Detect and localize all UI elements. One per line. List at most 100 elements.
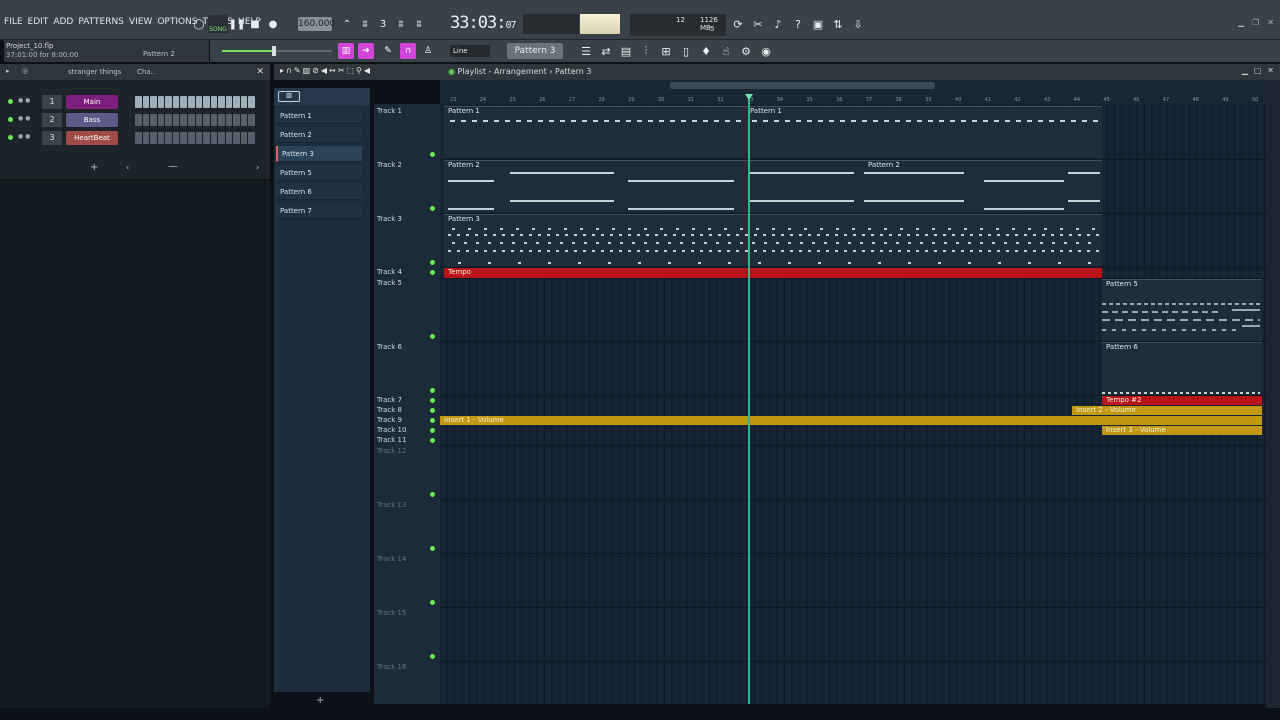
pattern-clip[interactable]: Pattern 2 — [864, 160, 1102, 212]
menu-file[interactable]: FILE — [4, 17, 23, 27]
picker-item[interactable]: Pattern 5 — [276, 165, 362, 181]
pattern-clip[interactable]: Pattern 3 — [444, 214, 1102, 266]
restore-icon[interactable]: ❐ — [1252, 18, 1259, 27]
maximize-playlist-icon[interactable]: ▢ — [1254, 66, 1262, 75]
picker-item[interactable]: Pattern 7 — [276, 203, 362, 219]
track-header[interactable]: Track 9 — [374, 416, 440, 424]
rack-menu-icon[interactable]: ▸ — [6, 67, 10, 75]
channel-name-button[interactable]: Bass — [66, 113, 118, 127]
microphone-icon[interactable]: ♪ — [770, 15, 786, 33]
volume-automation-clip[interactable]: Insert 3 - Volume — [1102, 426, 1262, 435]
automation-clip[interactable]: Tempo #2 — [1102, 396, 1262, 405]
piano-icon[interactable]: ▥ — [278, 91, 300, 102]
volume-automation-clip[interactable]: Insert 2 - Volume — [1072, 406, 1262, 415]
track-header[interactable]: Track 15 — [374, 609, 440, 659]
add-pattern-icon[interactable]: + — [316, 695, 324, 706]
channel-number[interactable]: 1 — [42, 95, 62, 109]
track-header[interactable]: Track 4 — [374, 268, 440, 276]
step-sequencer[interactable] — [135, 132, 255, 144]
metronome-icon[interactable]: ⌃ — [338, 15, 356, 33]
rack-scroll-handle[interactable]: — — [168, 161, 178, 172]
browser-icon[interactable]: ⊞ — [658, 42, 674, 60]
plugin-picker-icon[interactable]: ▯ — [678, 42, 694, 60]
menu-add[interactable]: ADD — [53, 17, 73, 27]
channel-filter[interactable]: stranger things — [68, 68, 122, 76]
playlist-menu-icon[interactable]: ▸ — [280, 66, 284, 75]
wait-input-icon[interactable]: ʬ — [356, 15, 374, 33]
track-header[interactable]: Track 3 — [374, 215, 440, 265]
cut-icon[interactable]: ✂ — [750, 15, 766, 33]
record-icon[interactable]: ● — [264, 15, 282, 33]
track-header[interactable]: Track 11 — [374, 436, 440, 444]
render-icon[interactable]: ⇅ — [830, 15, 846, 33]
track-header[interactable]: Track 12 — [374, 447, 440, 497]
project-picker-icon[interactable]: ◉ — [758, 42, 774, 60]
track-header[interactable]: Track 8 — [374, 406, 440, 414]
track-header[interactable]: Track 5 — [374, 279, 440, 339]
track-header[interactable]: Track 7 — [374, 396, 440, 404]
step-sequencer[interactable] — [135, 96, 255, 108]
delete-tool-icon[interactable]: ⊘ — [312, 66, 319, 75]
channel-name-button[interactable]: Main — [66, 95, 118, 109]
plugin-db-icon[interactable]: ♦ — [698, 42, 714, 60]
channel-name-button[interactable]: HeartBeat — [66, 131, 118, 145]
channel-row[interactable]: ● ● 3 HeartBeat — [0, 130, 270, 146]
magnet-snap-icon[interactable]: ∩ — [286, 66, 292, 75]
pattern-selector[interactable]: Pattern 3 — [507, 43, 563, 59]
pattern-clip[interactable]: Pattern 1 — [444, 106, 746, 158]
pattern-clip[interactable]: Pattern 1 — [746, 106, 1102, 158]
zoom-tool-icon[interactable]: ⚲ — [356, 66, 362, 75]
scroll-right-icon[interactable]: › — [256, 163, 259, 172]
channel-led[interactable] — [8, 99, 13, 104]
song-position-clock[interactable]: 33:03:07 — [450, 13, 516, 33]
mute-tool-icon[interactable]: ◀ — [321, 66, 327, 75]
step-edit-icon[interactable]: ʬ — [392, 15, 410, 33]
pattern-clip[interactable]: Pattern 2 — [444, 160, 864, 212]
track-header[interactable]: Track 1 — [374, 107, 440, 157]
playlist-icon[interactable]: ☰ — [578, 42, 594, 60]
vertical-scrollbar[interactable] — [1266, 80, 1280, 708]
piano-roll-icon[interactable]: ▥ — [338, 43, 354, 59]
tempo-display[interactable]: 160.000 — [298, 17, 335, 31]
pause-icon[interactable]: ❚❚ — [228, 15, 246, 33]
select-tool-icon[interactable]: ⬚ — [346, 66, 354, 75]
pattern-clip[interactable]: Pattern 6 — [1102, 342, 1262, 395]
master-pitch-knob-icon[interactable]: ◯ — [190, 15, 208, 33]
track-header[interactable]: Track 6 — [374, 343, 440, 393]
playhead[interactable] — [748, 96, 750, 704]
pan-vol-knobs-icon[interactable]: ● ● — [18, 115, 30, 122]
save-icon[interactable]: ▣ — [810, 15, 826, 33]
picker-item-selected[interactable]: Pattern 3 — [276, 146, 362, 162]
channel-number[interactable]: 2 — [42, 113, 62, 127]
help-icon[interactable]: ? — [790, 15, 806, 33]
close-rack-icon[interactable]: ✕ — [256, 67, 264, 77]
export-icon[interactable]: ⇩ — [850, 15, 866, 33]
track-header[interactable]: Track 2 — [374, 161, 440, 211]
stamp-icon[interactable]: ♙ — [420, 43, 436, 59]
pattern-clip[interactable]: Pattern 5 — [1102, 279, 1262, 341]
menu-patterns[interactable]: PATTERNS — [78, 17, 124, 27]
channel-row[interactable]: ● ● 1 Main — [0, 94, 270, 110]
wrench-icon[interactable]: ⚙ — [738, 42, 754, 60]
pencil-icon[interactable]: ✎ — [380, 43, 396, 59]
timeline-ruler[interactable]: 23 24 25 26 27 28 29 30 31 32 33 34 35 36 37 38 39 40 41 42… — [440, 80, 1266, 104]
snap-selector[interactable]: Line — [450, 45, 490, 57]
automation-clip[interactable]: Tempo — [444, 268, 1102, 278]
track-header[interactable]: Track 13 — [374, 501, 440, 551]
song-mode-button[interactable]: SONG — [208, 15, 228, 33]
volume-automation-clip[interactable]: Insert 1 - Volume — [440, 416, 1262, 425]
refresh-icon[interactable]: ⟳ — [730, 15, 746, 33]
slice-tool-icon[interactable]: ✂ — [338, 66, 345, 75]
picker-item[interactable]: Pattern 6 — [276, 184, 362, 200]
track-header[interactable]: Track 14 — [374, 555, 440, 605]
channel-rack-icon[interactable]: ▤ — [618, 42, 634, 60]
minimize-icon[interactable]: ▁ — [1238, 18, 1244, 27]
pan-vol-knobs-icon[interactable]: ● ● — [18, 97, 30, 104]
add-channel-icon[interactable]: + — [90, 162, 98, 173]
touch-keyboard-icon[interactable]: ☝ — [718, 42, 734, 60]
picker-item[interactable]: Pattern 2 — [276, 127, 362, 143]
stop-icon[interactable]: ■ — [246, 15, 264, 33]
rack-options-icon[interactable]: ◎ — [22, 67, 28, 75]
magnet-icon[interactable]: ∩ — [400, 43, 416, 59]
playback-tool-icon[interactable]: ◀ — [364, 66, 370, 75]
